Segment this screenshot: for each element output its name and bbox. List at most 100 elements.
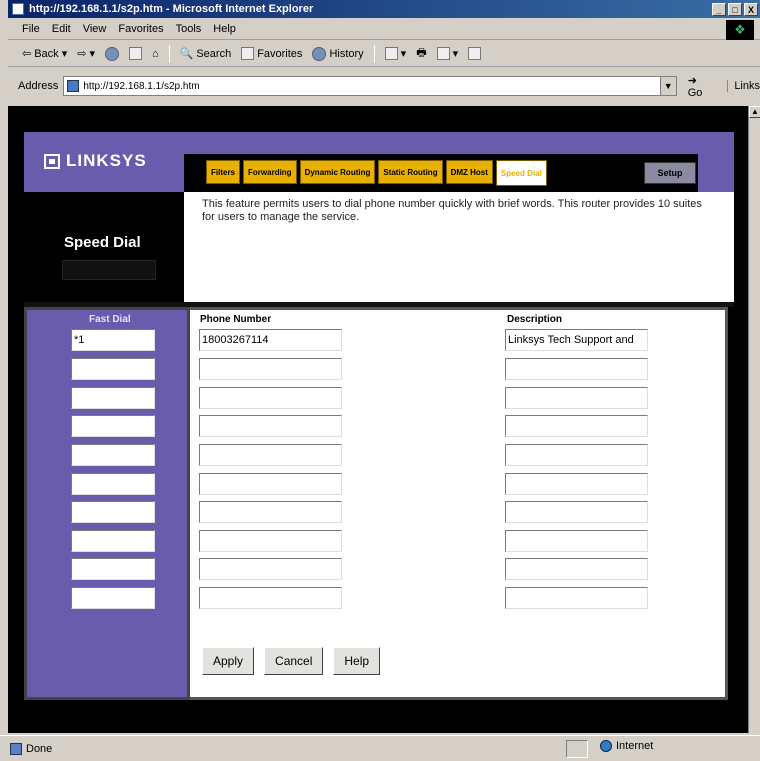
tab-dmz-host[interactable]: DMZ Host — [445, 160, 493, 184]
description-header: Description — [507, 314, 563, 325]
edit-button[interactable]: ▾ — [436, 47, 459, 60]
stop-icon — [104, 46, 119, 61]
description-input-2[interactable] — [505, 358, 648, 380]
back-label: Back — [34, 47, 59, 60]
ie-page-icon — [12, 3, 24, 15]
security-zone: Internet — [600, 740, 653, 752]
title-panel: Speed Dial — [24, 192, 184, 302]
description-input-4[interactable] — [505, 415, 648, 437]
fast-dial-input-4[interactable] — [71, 415, 155, 437]
setup-button[interactable]: Setup — [644, 162, 696, 184]
close-button[interactable]: X — [744, 2, 758, 16]
description-input-8[interactable] — [505, 530, 648, 552]
go-label: Go — [687, 86, 703, 99]
fast-dial-input-9[interactable] — [71, 558, 155, 580]
menu-view[interactable]: View — [83, 23, 107, 35]
search-button[interactable]: 🔍 Search — [179, 47, 232, 61]
forward-button[interactable]: ⇨ ▾ — [77, 47, 95, 60]
page-icon — [67, 80, 80, 92]
search-icon: 🔍 — [179, 48, 194, 60]
windows-logo-icon: ❖ — [726, 20, 754, 40]
minimize-button[interactable]: _ — [712, 2, 726, 16]
history-label: History — [329, 47, 364, 60]
phone-input-4[interactable] — [199, 415, 342, 437]
phone-input-2[interactable] — [199, 358, 342, 380]
window-title: http://192.168.1.1/s2p.htm - Microsoft I… — [29, 3, 314, 15]
address-bar: Address http://192.168.1.1/s2p.htm ▼ ➜ G… — [8, 68, 760, 104]
address-dropdown-icon[interactable]: ▼ — [659, 77, 676, 95]
mail-button[interactable]: ▾ — [384, 47, 406, 60]
phone-input-5[interactable] — [199, 444, 342, 466]
menu-bar: File Edit View Favorites Tools Help — [8, 18, 760, 40]
cancel-button[interactable]: Cancel — [264, 647, 324, 675]
menu-file[interactable]: File — [22, 23, 40, 35]
phone-input-1[interactable] — [199, 329, 342, 351]
address-url: http://192.168.1.1/s2p.htm — [83, 80, 200, 92]
tab-filters[interactable]: Filters — [206, 160, 241, 184]
linksys-logo-icon — [44, 153, 60, 169]
menu-help[interactable]: Help — [213, 23, 236, 35]
forward-arrow-icon: ⇨ — [77, 48, 87, 60]
speed-dial-form: Phone Number Description Apply — [190, 307, 728, 700]
menu-tools[interactable]: Tools — [176, 23, 202, 35]
links-button[interactable]: Links — [727, 80, 760, 92]
fast-dial-input-8[interactable] — [71, 530, 155, 552]
phone-number-header: Phone Number — [200, 314, 272, 325]
status-bar: Done Internet — [0, 735, 760, 761]
address-label: Address — [18, 80, 59, 92]
phone-input-6[interactable] — [199, 473, 342, 495]
description-input-6[interactable] — [505, 473, 648, 495]
fast-dial-input-6[interactable] — [71, 473, 155, 495]
search-label: Search — [196, 47, 232, 60]
tab-dynamic-routing[interactable]: Dynamic Routing — [299, 160, 376, 184]
refresh-icon — [128, 47, 142, 60]
history-button[interactable]: History — [312, 46, 364, 61]
refresh-button[interactable] — [128, 47, 142, 60]
page-title: Speed Dial — [64, 234, 141, 251]
fast-dial-input-10[interactable] — [71, 587, 155, 609]
fast-dial-input-1[interactable] — [71, 329, 155, 351]
description-input-1[interactable] — [505, 329, 648, 351]
fast-dial-input-2[interactable] — [71, 358, 155, 380]
menu-favorites[interactable]: Favorites — [118, 23, 163, 35]
phone-input-8[interactable] — [199, 530, 342, 552]
discuss-button[interactable] — [468, 47, 482, 60]
favorites-button[interactable]: Favorites — [241, 47, 302, 60]
scroll-up-icon[interactable]: ▲ — [749, 106, 760, 118]
chevron-down-icon: ▾ — [61, 48, 68, 60]
description-input-3[interactable] — [505, 387, 648, 409]
apply-button[interactable]: Apply — [202, 647, 255, 675]
description-input-5[interactable] — [505, 444, 648, 466]
description-input-7[interactable] — [505, 501, 648, 523]
history-icon — [312, 46, 327, 61]
tab-forwarding[interactable]: Forwarding — [243, 160, 297, 184]
description-input-9[interactable] — [505, 558, 648, 580]
phone-input-10[interactable] — [199, 587, 342, 609]
favorites-label: Favorites — [257, 47, 303, 60]
right-border — [728, 307, 734, 700]
maximize-button[interactable]: □ — [728, 2, 742, 16]
print-button[interactable]: 🖶 — [416, 44, 426, 63]
home-button[interactable]: ⌂ — [152, 48, 159, 60]
description-input-10[interactable] — [505, 587, 648, 609]
phone-input-7[interactable] — [199, 501, 342, 523]
address-input[interactable]: http://192.168.1.1/s2p.htm ▼ — [63, 76, 677, 96]
tab-speed-dial[interactable]: Speed Dial — [495, 160, 547, 186]
toolbar-separator — [373, 44, 375, 63]
go-button[interactable]: ➜ Go — [688, 74, 715, 99]
fast-dial-input-3[interactable] — [71, 387, 155, 409]
menu-edit[interactable]: Edit — [52, 23, 71, 35]
tab-static-routing[interactable]: Static Routing — [378, 160, 443, 184]
vertical-scrollbar[interactable]: ▲ — [748, 106, 760, 733]
title-bar: http://192.168.1.1/s2p.htm - Microsoft I… — [8, 0, 760, 18]
phone-input-9[interactable] — [199, 558, 342, 580]
router-tabs: Filters Forwarding Dynamic Routing Stati… — [206, 160, 547, 186]
fast-dial-input-5[interactable] — [71, 444, 155, 466]
chevron-down-icon: ▾ — [452, 48, 459, 60]
edit-icon — [436, 47, 450, 60]
help-button[interactable]: Help — [333, 647, 381, 675]
phone-input-3[interactable] — [199, 387, 342, 409]
back-button[interactable]: ⇦ Back ▾ — [22, 47, 68, 61]
fast-dial-input-7[interactable] — [71, 501, 155, 523]
stop-button[interactable] — [104, 46, 119, 61]
